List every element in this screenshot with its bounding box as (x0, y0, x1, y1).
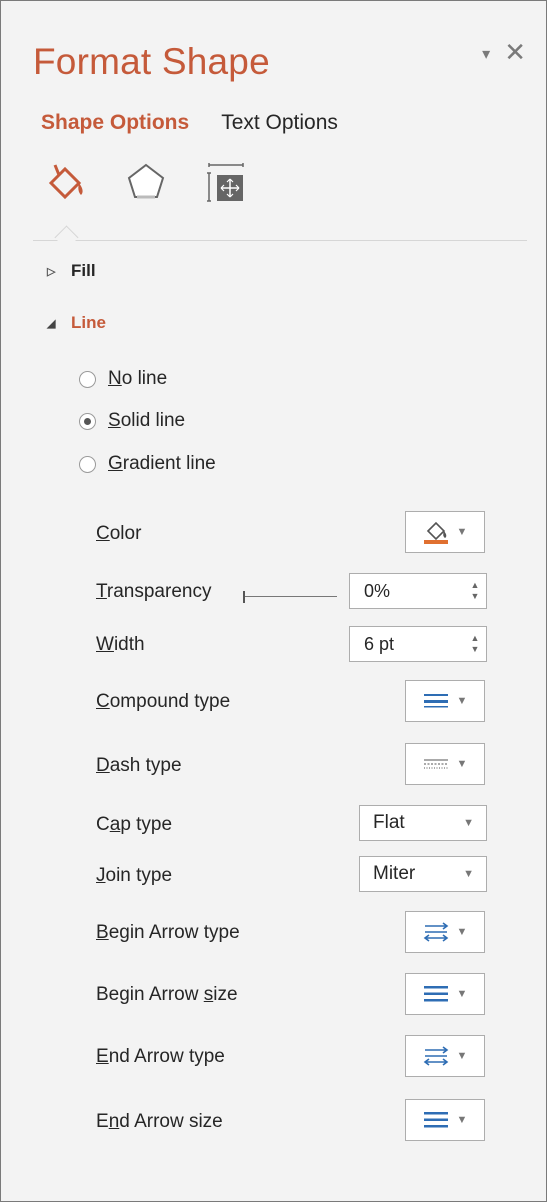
slider-thumb[interactable] (243, 591, 245, 603)
chevron-down-icon: ▼ (463, 868, 474, 880)
begin-arrow-size-label: Begin Arrow size (96, 984, 238, 1005)
width-input[interactable]: 6 pt ▲ ▼ (349, 626, 487, 662)
compound-type-label: Compound type (96, 691, 231, 712)
spinner-arrows-icon[interactable]: ▲ ▼ (464, 580, 486, 602)
cap-type-value: Flat (373, 812, 405, 833)
end-arrow-size-label: End Arrow size (96, 1111, 223, 1132)
arrow-size-icon (423, 986, 448, 1002)
width-value[interactable]: 6 pt (364, 634, 464, 655)
radio-no-line-label: No line (108, 368, 168, 389)
arrow-size-icon (423, 1112, 448, 1128)
spinner-arrows-icon[interactable]: ▲ ▼ (464, 633, 486, 655)
cap-type-select[interactable]: Flat ▼ (359, 805, 487, 841)
options-tabs: Shape Options Text Options (41, 111, 338, 135)
transparency-slider[interactable] (243, 591, 337, 603)
close-icon[interactable]: ✕ (504, 39, 526, 65)
effects-pentagon-icon[interactable] (125, 161, 167, 203)
task-pane-options-icon[interactable]: ▾ (482, 44, 490, 64)
category-divider (33, 240, 527, 241)
category-icons (45, 161, 247, 203)
fill-line-icon[interactable] (45, 161, 87, 203)
slider-track (243, 596, 337, 597)
dash-type-label: Dash type (96, 755, 182, 776)
size-properties-icon[interactable] (205, 161, 247, 203)
begin-arrow-size-button[interactable]: ▼ (405, 973, 485, 1015)
join-type-select[interactable]: Miter ▼ (359, 856, 487, 892)
category-selection-notch (54, 225, 79, 250)
section-fill-label: Fill (71, 261, 96, 280)
tab-shape-options[interactable]: Shape Options (41, 111, 189, 135)
section-fill[interactable]: ▷ Fill (47, 261, 96, 281)
end-arrow-size-button[interactable]: ▼ (405, 1099, 485, 1141)
join-type-value: Miter (373, 863, 416, 884)
transparency-input[interactable]: 0% ▲ ▼ (349, 573, 487, 609)
paint-bucket-icon (423, 521, 448, 544)
radio-button-checked[interactable] (79, 412, 96, 430)
radio-button[interactable] (79, 455, 96, 473)
dropdown-arrow-icon: ▼ (456, 1114, 468, 1126)
begin-arrow-type-label: Begin Arrow type (96, 922, 240, 943)
dropdown-arrow-icon: ▼ (456, 526, 468, 538)
collapse-arrow-icon: ◢ (47, 317, 56, 330)
dropdown-arrow-icon: ▼ (456, 695, 468, 707)
begin-arrow-type-button[interactable]: ▼ (405, 911, 485, 953)
end-arrow-type-label: End Arrow type (96, 1046, 225, 1067)
pane-title: Format Shape (33, 41, 270, 82)
radio-gradient-line-label: Gradient line (108, 453, 216, 474)
arrow-type-icon (423, 1046, 448, 1066)
tab-text-options[interactable]: Text Options (221, 111, 338, 135)
cap-type-label: Cap type (96, 814, 173, 835)
color-label: Color (96, 523, 142, 544)
radio-gradient-line[interactable]: Gradient line (79, 453, 216, 475)
dropdown-arrow-icon: ▼ (456, 988, 468, 1000)
end-arrow-type-button[interactable]: ▼ (405, 1035, 485, 1077)
format-shape-pane: Format Shape ▾ ✕ Shape Options Text Opti… (0, 0, 547, 1202)
join-type-label: Join type (96, 865, 173, 886)
dash-type-button[interactable]: ▼ (405, 743, 485, 785)
arrow-type-icon (423, 922, 448, 942)
radio-button[interactable] (79, 370, 96, 388)
section-line-label: Line (71, 313, 106, 332)
pane-controls: ▾ ✕ (482, 39, 526, 65)
dash-lines-icon (423, 759, 448, 769)
dropdown-arrow-icon: ▼ (456, 758, 468, 770)
dropdown-arrow-icon: ▼ (456, 926, 468, 938)
radio-solid-line[interactable]: Solid line (79, 410, 185, 432)
line-color-button[interactable]: ▼ (405, 511, 485, 553)
chevron-down-icon: ▼ (463, 817, 474, 829)
transparency-label: Transparency (96, 581, 212, 602)
radio-solid-line-label: Solid line (108, 410, 186, 431)
section-line[interactable]: ◢ Line (47, 313, 106, 333)
transparency-value[interactable]: 0% (364, 581, 464, 602)
radio-no-line[interactable]: No line (79, 368, 167, 390)
expand-arrow-icon: ▷ (47, 265, 56, 278)
compound-lines-icon (423, 694, 448, 708)
compound-type-button[interactable]: ▼ (405, 680, 485, 722)
width-label: Width (96, 634, 145, 655)
dropdown-arrow-icon: ▼ (456, 1050, 468, 1062)
